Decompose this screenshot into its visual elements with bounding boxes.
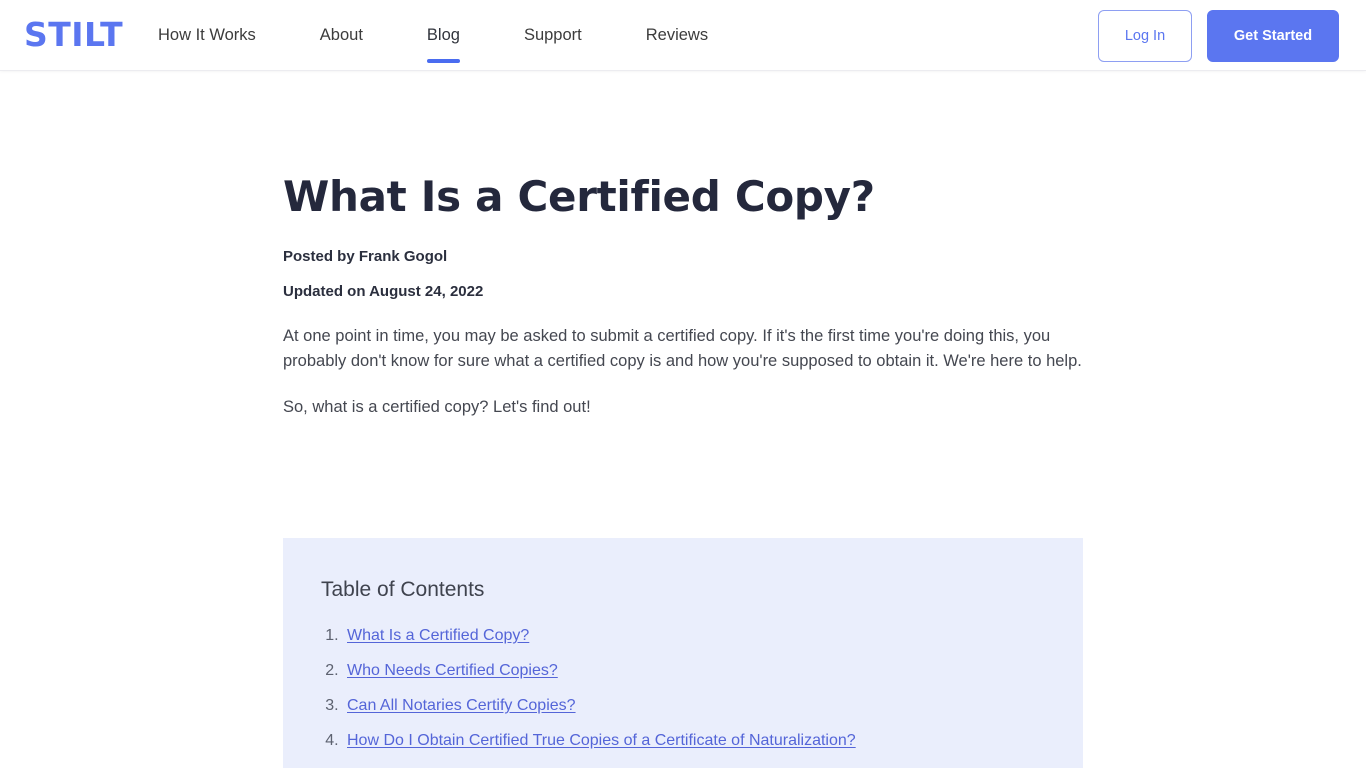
- toc-list: What Is a Certified Copy? Who Needs Cert…: [321, 626, 1045, 768]
- main-navigation: How It Works About Blog Support Reviews: [158, 0, 772, 71]
- list-item: Who Needs Certified Copies?: [343, 661, 1045, 681]
- page-title: What Is a Certified Copy?: [283, 172, 875, 221]
- toc-heading: Table of Contents: [321, 578, 485, 601]
- article-paragraph-2: So, what is a certified copy? Let's find…: [283, 398, 591, 416]
- nav-item-blog[interactable]: Blog: [426, 25, 460, 63]
- get-started-button[interactable]: Get Started: [1207, 10, 1339, 62]
- log-in-button[interactable]: Log In: [1098, 10, 1192, 62]
- nav-item-about[interactable]: About: [320, 25, 363, 47]
- toc-link-4[interactable]: How Do I Obtain Certified True Copies of…: [347, 732, 856, 749]
- toc-link-2[interactable]: Who Needs Certified Copies?: [347, 662, 558, 679]
- nav-item-support[interactable]: Support: [524, 25, 582, 47]
- brand-logo[interactable]: STILT: [24, 16, 123, 54]
- list-item: How Do I Obtain Certified True Copies of…: [343, 731, 1045, 751]
- list-item: What Is a Certified Copy?: [343, 626, 1045, 646]
- page-body: What Is a Certified Copy? Posted by Fran…: [0, 71, 1366, 768]
- blog-article: What Is a Certified Copy? Posted by Fran…: [283, 71, 1083, 420]
- nav-item-reviews[interactable]: Reviews: [646, 25, 708, 47]
- toc-link-1[interactable]: What Is a Certified Copy?: [347, 627, 529, 644]
- article-updated-date: Updated on August 24, 2022: [283, 283, 484, 300]
- table-of-contents: Table of Contents What Is a Certified Co…: [283, 538, 1083, 768]
- header-actions: Log In Get Started: [1098, 10, 1339, 62]
- toc-link-3[interactable]: Can All Notaries Certify Copies?: [347, 697, 576, 714]
- nav-item-how-it-works[interactable]: How It Works: [158, 25, 256, 47]
- list-item: Can All Notaries Certify Copies?: [343, 696, 1045, 716]
- site-header: STILT How It Works About Blog Support Re…: [0, 0, 1366, 71]
- article-paragraph-1: At one point in time, you may be asked t…: [283, 327, 1082, 370]
- article-author: Posted by Frank Gogol: [283, 248, 448, 265]
